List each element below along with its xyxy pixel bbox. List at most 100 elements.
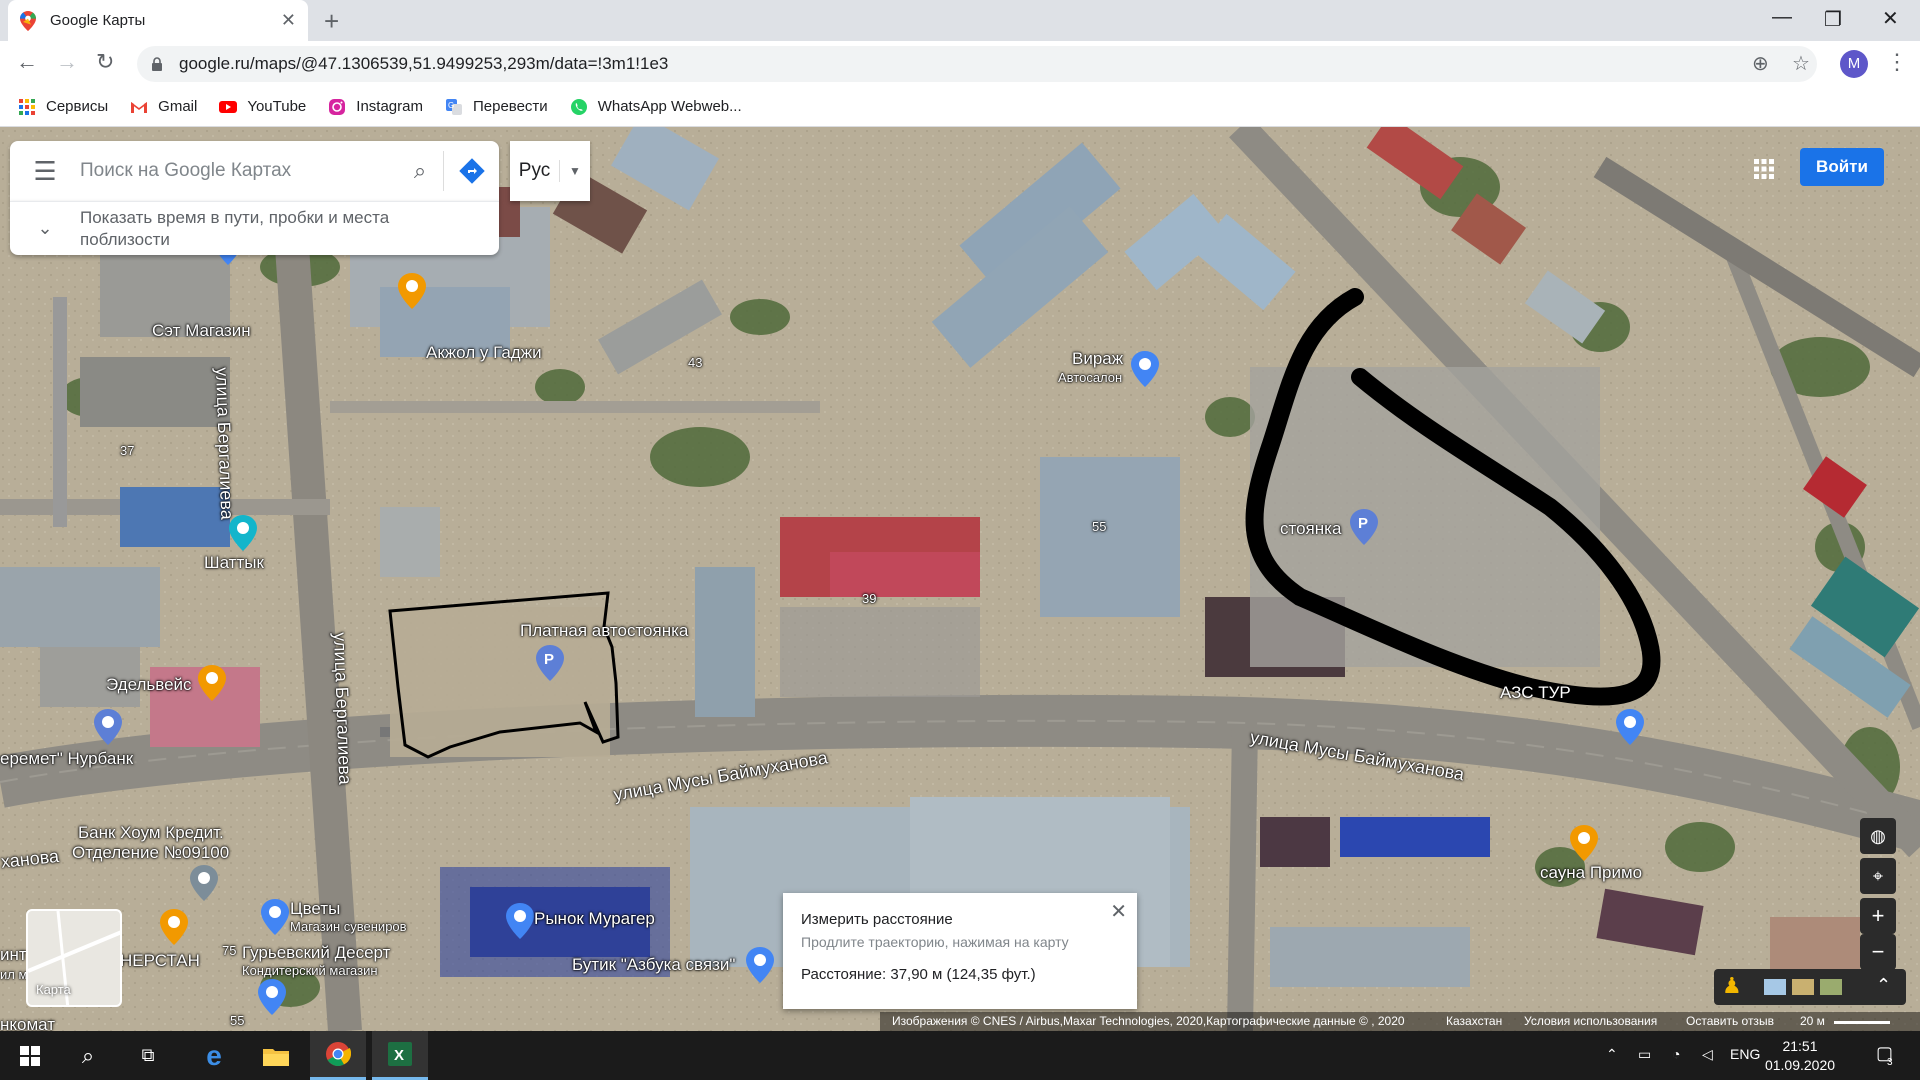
feedback-link[interactable]: Оставить отзыв xyxy=(1686,1014,1774,1028)
tab-close-icon[interactable]: ✕ xyxy=(281,10,296,31)
satellite-map[interactable]: P P Сэт Магазин Акжол у Гаджи Вираж Авто… xyxy=(0,127,1920,1031)
chevron-down-icon[interactable]: ⌄ xyxy=(10,218,80,239)
window-close-icon[interactable]: ✕ xyxy=(1882,6,1899,31)
file-explorer-icon[interactable] xyxy=(248,1031,304,1080)
place-label[interactable]: Платная автостоянка xyxy=(520,621,688,641)
notifications-icon[interactable]: ▢3 xyxy=(1876,1043,1899,1068)
menu-kebab-icon[interactable]: ⋮ xyxy=(1886,49,1908,75)
sign-in-button[interactable]: Войти xyxy=(1800,148,1884,186)
terms-link[interactable]: Условия использования xyxy=(1524,1014,1657,1028)
zoom-in-button[interactable]: + xyxy=(1860,898,1896,934)
award-pin-icon[interactable] xyxy=(160,909,188,945)
place-label[interactable]: стоянка xyxy=(1280,519,1341,539)
place-label[interactable]: Отделение №09100 xyxy=(72,843,229,863)
place-label[interactable]: НЕРСТАН xyxy=(120,951,200,971)
parking-pin-icon[interactable]: P xyxy=(1350,509,1378,545)
place-label[interactable]: Эдельвейс xyxy=(106,675,192,695)
search-icon[interactable]: ⌕ xyxy=(397,158,443,184)
shopping-pin-icon[interactable] xyxy=(261,899,289,935)
language-label: Рус xyxy=(510,160,560,182)
reload-icon[interactable]: ↻ xyxy=(96,49,114,75)
edge-icon[interactable]: e xyxy=(186,1031,242,1080)
battery-icon[interactable]: ▭ xyxy=(1638,1046,1651,1063)
close-icon[interactable]: ✕ xyxy=(1110,899,1127,924)
parking-pin-icon[interactable]: P xyxy=(536,645,564,681)
apps-grid-icon xyxy=(19,98,35,115)
add-location-icon[interactable]: ⊕ xyxy=(1752,51,1769,76)
atm-pin-icon[interactable] xyxy=(94,709,122,745)
place-label[interactable]: Цветы xyxy=(290,899,340,919)
travel-time-text: Показать время в пути, пробки и места по… xyxy=(80,207,390,249)
imagery-thumb[interactable] xyxy=(1820,979,1842,995)
bookmark-gmail[interactable]: Gmail xyxy=(130,98,197,116)
restore-icon[interactable]: ❐ xyxy=(1824,7,1842,32)
expand-icon[interactable]: ⌃ xyxy=(1876,975,1891,996)
attraction-pin-icon[interactable] xyxy=(229,515,257,551)
cart-pin-icon[interactable] xyxy=(506,903,534,939)
wifi-icon[interactable]: ◔ xyxy=(1672,1046,1680,1062)
place-label[interactable]: Сэт Магазин xyxy=(152,321,251,341)
forward-icon[interactable]: → xyxy=(56,49,78,75)
imagery-thumb[interactable] xyxy=(1764,979,1786,995)
pegman-icon[interactable]: ♟ xyxy=(1722,973,1742,999)
place-label: ил м xyxy=(0,967,28,982)
place-label[interactable]: Гурьевский Десерт xyxy=(242,943,390,963)
svg-text:P: P xyxy=(1358,515,1368,532)
place-label[interactable]: сауна Примо xyxy=(1540,863,1642,883)
car-dealer-pin-icon[interactable] xyxy=(1131,351,1159,387)
restaurant-pin-icon[interactable] xyxy=(198,665,226,701)
restaurant-pin-icon[interactable] xyxy=(1570,825,1598,861)
place-label[interactable]: Рынок Мурагер xyxy=(534,909,655,929)
search-icon[interactable]: ⌕ xyxy=(60,1031,116,1080)
bookmark-youtube[interactable]: YouTube xyxy=(219,98,306,116)
volume-icon[interactable]: ◁ xyxy=(1702,1046,1713,1063)
place-label[interactable]: Акжол у Гаджи xyxy=(426,343,542,363)
bookmark-translate[interactable]: G Перевести xyxy=(445,98,548,116)
bookmark-star-icon[interactable]: ☆ xyxy=(1792,51,1810,76)
new-tab-icon[interactable]: + xyxy=(324,6,339,37)
directions-icon[interactable] xyxy=(443,151,499,191)
task-view-icon[interactable]: ⧉ xyxy=(120,1031,176,1080)
clock-time: 21:51 xyxy=(1782,1038,1818,1054)
country-link[interactable]: Казахстан xyxy=(1446,1014,1502,1028)
tab-google-maps[interactable]: Google Карты ✕ xyxy=(8,0,308,41)
clock[interactable]: 21:51 01.09.2020 xyxy=(1752,1037,1848,1075)
menu-icon[interactable]: ☰ xyxy=(10,156,80,187)
url-text: google.ru/maps/@47.1306539,51.9499253,29… xyxy=(179,54,669,73)
measure-title: Измерить расстояние xyxy=(801,911,953,928)
map-layer-toggle[interactable]: Карта xyxy=(26,909,122,1007)
place-label[interactable]: Банк Хоум Кредит. xyxy=(78,823,224,843)
bookmark-services[interactable]: Сервисы xyxy=(18,98,108,116)
gas-station-pin-icon[interactable] xyxy=(1616,709,1644,745)
language-select[interactable]: Рус ▼ xyxy=(510,141,590,201)
zoom-out-button[interactable]: − xyxy=(1860,934,1896,970)
profile-avatar[interactable]: M xyxy=(1840,50,1868,78)
bookmark-whatsapp[interactable]: WhatsApp Webweb... xyxy=(570,98,742,116)
my-location-icon[interactable]: ⌖ xyxy=(1860,858,1896,894)
whatsapp-icon xyxy=(570,98,587,115)
shopping-pin-icon[interactable] xyxy=(258,979,286,1015)
windows-start-icon[interactable] xyxy=(2,1031,58,1080)
minimize-icon[interactable]: — xyxy=(1772,6,1792,29)
shopping-pin-icon[interactable] xyxy=(746,947,774,983)
globe-icon[interactable]: ◍ xyxy=(1860,818,1896,854)
search-input[interactable] xyxy=(80,160,397,182)
scale-label[interactable]: 20 м xyxy=(1800,1014,1825,1028)
place-label[interactable]: еремет" Нурбанк xyxy=(0,749,133,769)
chevron-up-icon[interactable]: ⌃ xyxy=(1606,1046,1618,1063)
imagery-thumb[interactable] xyxy=(1792,979,1814,995)
bank-pin-icon[interactable] xyxy=(190,865,218,901)
bookmark-instagram[interactable]: Instagram xyxy=(328,98,423,116)
place-label[interactable]: Шаттык xyxy=(204,553,264,573)
place-label[interactable]: Вираж xyxy=(1072,349,1123,369)
place-label[interactable]: АЗС ТУР xyxy=(1500,683,1571,703)
place-label[interactable]: Бутик "Азбука связи" xyxy=(572,955,735,975)
restaurant-pin-icon[interactable] xyxy=(398,273,426,309)
excel-icon[interactable]: X xyxy=(372,1031,428,1080)
svg-text:G: G xyxy=(448,101,454,110)
google-apps-icon[interactable] xyxy=(1752,157,1776,181)
travel-time-bar[interactable]: ⌄ Показать время в пути, пробки и места … xyxy=(10,201,499,255)
chrome-icon[interactable] xyxy=(310,1031,366,1080)
address-bar[interactable]: google.ru/maps/@47.1306539,51.9499253,29… xyxy=(137,46,1817,82)
back-icon[interactable]: ← xyxy=(16,49,38,75)
